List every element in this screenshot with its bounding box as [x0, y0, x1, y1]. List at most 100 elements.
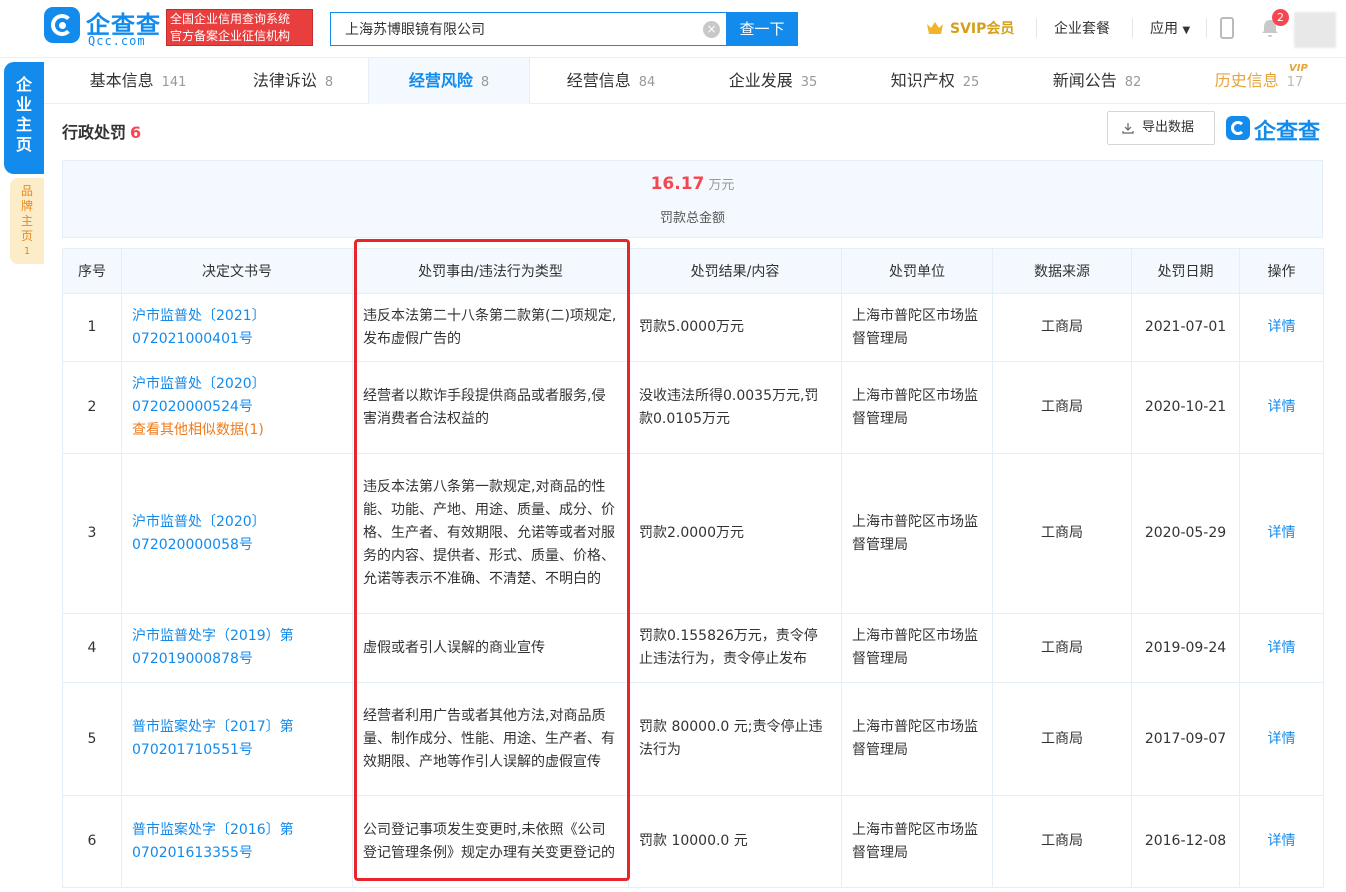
detail-link[interactable]: 详情 — [1268, 833, 1296, 849]
doc-number-link[interactable]: 沪市监普处〔2020〕072020000524号 — [132, 376, 266, 415]
mobile-icon[interactable] — [1220, 17, 1234, 39]
doc-number-link[interactable]: 普市监案处字〔2016〕第070201613355号 — [132, 822, 294, 861]
authority-cell: 上海市普陀区市场监督管理局 — [841, 682, 993, 796]
col-header: 处罚日期 — [1131, 248, 1240, 294]
doc-cell: 沪市监普处字（2019）第072019000878号 — [121, 613, 353, 683]
tab-label: 经营信息 — [566, 71, 631, 90]
authority-cell: 上海市普陀区市场监督管理局 — [841, 613, 993, 683]
tab-count: 8 — [480, 75, 490, 90]
penalty-table: 序号 决定文书号 处罚事由/违法行为类型 处罚结果/内容 处罚单位 数据来源 处… — [62, 248, 1324, 888]
authority-cell: 上海市普陀区市场监督管理局 — [841, 795, 993, 888]
doc-number-link[interactable]: 沪市监普处〔2021〕072021000401号 — [132, 308, 266, 347]
section-title: 行政处罚 6 — [62, 119, 141, 143]
apps-label: 应用 — [1150, 21, 1178, 37]
qcc-logo-icon[interactable] — [44, 7, 80, 43]
detail-link[interactable]: 详情 — [1268, 399, 1296, 415]
tab-count: 25 — [962, 75, 980, 90]
detail-link[interactable]: 详情 — [1268, 640, 1296, 656]
detail-link[interactable]: 详情 — [1268, 319, 1296, 335]
total-amount-unit: 万元 — [708, 178, 735, 193]
action-cell: 详情 — [1239, 682, 1324, 796]
col-header: 序号 — [62, 248, 122, 294]
detail-link[interactable]: 详情 — [1268, 525, 1296, 541]
date-cell: 2021-07-01 — [1131, 293, 1240, 362]
side-tab-brand-label: 品牌主页 — [21, 184, 34, 243]
avatar[interactable] — [1294, 12, 1336, 48]
top-bar: 企查查 Qcc.com 全国企业信用查询系统 官方备案企业征信机构 × 查一下 … — [0, 0, 1346, 58]
detail-link[interactable]: 详情 — [1268, 731, 1296, 747]
apps-menu[interactable]: 应用 ▼ — [1150, 18, 1190, 38]
doc-cell: 沪市监普处〔2020〕072020000524号查看其他相似数据(1) — [121, 361, 353, 454]
source-cell: 工商局 — [992, 361, 1132, 454]
svip-link[interactable]: SVIP会员 — [926, 18, 1014, 38]
col-header: 处罚单位 — [841, 248, 993, 294]
total-amount-label: 罚款总金额 — [659, 211, 725, 226]
table-row: 6 普市监案处字〔2016〕第070201613355号 公司登记事项发生变更时… — [62, 795, 1324, 888]
doc-cell: 沪市监普处〔2021〕072021000401号 — [121, 293, 353, 362]
search-input[interactable] — [343, 13, 693, 45]
action-cell: 详情 — [1239, 795, 1324, 888]
tab-development[interactable]: 企业发展 35 — [692, 58, 854, 104]
row-number: 2 — [62, 361, 122, 454]
table-row: 1 沪市监普处〔2021〕072021000401号 违反本法第二十八条第二款第… — [62, 293, 1324, 362]
similar-data-link[interactable]: 查看其他相似数据(1) — [132, 422, 264, 438]
reason-cell: 违反本法第二十八条第二款第(二)项规定,发布虚假广告的 — [352, 293, 629, 362]
result-cell: 罚款 80000.0 元;责令停止违法行为 — [628, 682, 842, 796]
doc-number-link[interactable]: 沪市监普处〔2020〕072020000058号 — [132, 514, 266, 553]
search-box: × — [330, 12, 726, 46]
result-cell: 没收违法所得0.0035万元,罚款0.0105万元 — [628, 361, 842, 454]
export-data-button[interactable]: 导出数据 — [1107, 111, 1215, 145]
tab-label: 新闻公告 — [1052, 71, 1117, 90]
tab-business-risk[interactable]: 经营风险 8 — [368, 58, 530, 104]
result-cell: 罚款2.0000万元 — [628, 453, 842, 614]
authority-cell: 上海市普陀区市场监督管理局 — [841, 293, 993, 362]
row-number: 4 — [62, 613, 122, 683]
side-tab-enterprise-label: 企业主页 — [15, 75, 32, 154]
side-tab-brand-home[interactable]: 品牌主页 1 — [10, 178, 44, 264]
col-header: 处罚事由/违法行为类型 — [352, 248, 629, 294]
penalty-summary: 16.17 万元 罚款总金额 — [62, 160, 1323, 238]
tab-count: 141 — [161, 75, 187, 90]
vip-tag: VIP — [1289, 63, 1308, 74]
download-icon — [1122, 123, 1134, 134]
doc-cell: 沪市监普处〔2020〕072020000058号 — [121, 453, 353, 614]
tab-basic-info[interactable]: 基本信息 141 — [58, 58, 218, 104]
reason-cell: 违反本法第八条第一款规定,对商品的性能、功能、产地、用途、质量、成分、价格、生产… — [352, 453, 629, 614]
tab-ip[interactable]: 知识产权 25 — [854, 58, 1016, 104]
row-number: 3 — [62, 453, 122, 614]
side-tab-enterprise-home[interactable]: 企业主页 — [4, 62, 44, 174]
tab-history[interactable]: 历史信息 17 — [1178, 58, 1340, 104]
tab-count: 82 — [1124, 75, 1142, 90]
export-label: 导出数据 — [1142, 120, 1195, 135]
main-tabs: 基本信息 141 法律诉讼 8 经营风险 8 经营信息 84 企业发展 35 知识产权 25… — [44, 58, 1346, 104]
search-button[interactable]: 查一下 — [726, 12, 798, 46]
brand-logo-text: 企查查 — [1254, 120, 1321, 145]
notification-badge: 2 — [1272, 9, 1289, 26]
date-cell: 2020-10-21 — [1131, 361, 1240, 454]
date-cell: 2017-09-07 — [1131, 682, 1240, 796]
table-row: 2 沪市监普处〔2020〕072020000524号查看其他相似数据(1) 经营… — [62, 361, 1324, 454]
tab-legal[interactable]: 法律诉讼 8 — [218, 58, 368, 104]
brand-count: 1 — [23, 246, 31, 257]
col-header: 操作 — [1239, 248, 1324, 294]
clear-icon[interactable]: × — [703, 21, 720, 38]
tab-business-info[interactable]: 经营信息 84 — [530, 58, 692, 104]
tab-label: 经营风险 — [408, 71, 473, 90]
nav-divider — [1206, 18, 1207, 38]
date-cell: 2016-12-08 — [1131, 795, 1240, 888]
action-cell: 详情 — [1239, 293, 1324, 362]
cert-line-1: 全国企业信用查询系统 — [170, 12, 291, 26]
enterprise-package-link[interactable]: 企业套餐 — [1054, 18, 1110, 38]
nav-divider — [1036, 18, 1037, 38]
reason-cell: 经营者以欺诈手段提供商品或者服务,侵害消费者合法权益的 — [352, 361, 629, 454]
reason-cell: 虚假或者引人误解的商业宣传 — [352, 613, 629, 683]
tab-news[interactable]: 新闻公告 82 — [1016, 58, 1178, 104]
source-cell: 工商局 — [992, 293, 1132, 362]
reason-cell: 经营者利用广告或者其他方法,对商品质量、制作成分、性能、用途、生产者、有效期限、… — [352, 682, 629, 796]
total-amount-value: 16.17 — [650, 174, 705, 194]
result-cell: 罚款5.0000万元 — [628, 293, 842, 362]
tab-label: 历史信息 — [1214, 71, 1279, 90]
doc-number-link[interactable]: 普市监案处字〔2017〕第070201710551号 — [132, 719, 294, 758]
doc-number-link[interactable]: 沪市监普处字（2019）第072019000878号 — [132, 628, 294, 667]
reason-cell: 公司登记事项发生变更时,未依照《公司登记管理条例》规定办理有关变更登记的 — [352, 795, 629, 888]
